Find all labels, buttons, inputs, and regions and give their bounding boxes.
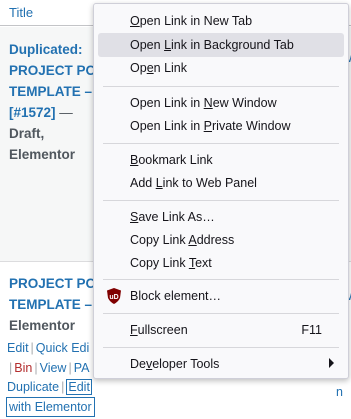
post-title-link[interactable]: PROJECT POS TEMPLATE – [9, 273, 105, 315]
column-title-header[interactable]: Title [9, 5, 33, 20]
menu-item-label: Copy Link Text [130, 256, 212, 270]
post-state: Draft, Elementor [9, 126, 76, 162]
menu-item-open-link[interactable]: Open Link [98, 56, 344, 80]
menu-item-open-link-new-window[interactable]: Open Link in New Window [98, 91, 344, 115]
menu-item-label: Open Link in Background Tab [130, 38, 294, 52]
quick-edit-link[interactable]: Quick Edi [36, 341, 90, 355]
shortcut-label: F11 [301, 323, 322, 337]
menu-item-label: Open Link in New Window [130, 96, 277, 110]
menu-item-add-link-web-panel[interactable]: Add Link to Web Panel [98, 171, 344, 195]
menu-item-bookmark-link[interactable]: Bookmark Link [98, 148, 344, 172]
context-menu: Open Link in New Tab Open Link in Backgr… [93, 3, 349, 379]
menu-item-label: Save Link As… [130, 210, 215, 224]
submenu-arrow-icon [329, 358, 334, 368]
menu-item-block-element[interactable]: uD Block element… [98, 284, 344, 308]
post-title-link[interactable]: Duplicated: PROJECT POS TEMPLATE – [#157… [9, 39, 105, 123]
menu-item-open-link-private-window[interactable]: Open Link in Private Window [98, 114, 344, 138]
menu-item-label: Copy Link Address [130, 233, 235, 247]
menu-item-fullscreen[interactable]: Fullscreen F11 [98, 318, 344, 342]
menu-item-label: Open Link in New Tab [130, 14, 253, 28]
menu-separator [103, 200, 339, 201]
menu-item-label: Add Link to Web Panel [130, 176, 257, 190]
view-link[interactable]: View [40, 361, 67, 375]
row-actions: Edit | Quick Edi [7, 341, 90, 355]
ublock-origin-icon: uD [105, 287, 123, 305]
edit-with-elementor-link[interactable]: Edit [66, 379, 92, 395]
menu-item-copy-link-address[interactable]: Copy Link Address [98, 228, 344, 252]
menu-item-save-link-as[interactable]: Save Link As… [98, 205, 344, 229]
menu-item-label: Fullscreen [130, 323, 188, 337]
text-fragment: n [336, 385, 343, 399]
row-actions: | Bin | View | PA [9, 361, 90, 375]
row-actions: Duplicate | Edit [7, 379, 92, 395]
menu-separator [103, 143, 339, 144]
bin-link[interactable]: Bin [14, 361, 32, 375]
menu-item-copy-link-text[interactable]: Copy Link Text [98, 251, 344, 275]
menu-item-label: Developer Tools [130, 357, 220, 371]
menu-item-open-link-new-tab[interactable]: Open Link in New Tab [98, 9, 344, 33]
menu-separator [103, 347, 339, 348]
edit-link[interactable]: Edit [7, 341, 29, 355]
menu-item-label: Open Link [130, 61, 187, 75]
menu-separator [103, 313, 339, 314]
preview-link[interactable]: PA [74, 361, 90, 375]
menu-item-label: Block element… [130, 289, 222, 303]
duplicate-link[interactable]: Duplicate [7, 380, 59, 394]
menu-separator [103, 279, 339, 280]
menu-item-label: Open Link in Private Window [130, 119, 291, 133]
menu-separator [103, 86, 339, 87]
svg-text:uD: uD [109, 294, 118, 301]
edit-with-elementor-link[interactable]: with Elementor [6, 397, 95, 417]
post-state: Elementor [9, 318, 76, 333]
menu-item-open-link-background-tab[interactable]: Open Link in Background Tab [98, 33, 344, 57]
menu-item-label: Bookmark Link [130, 153, 213, 167]
menu-item-developer-tools[interactable]: Developer Tools [98, 352, 344, 376]
